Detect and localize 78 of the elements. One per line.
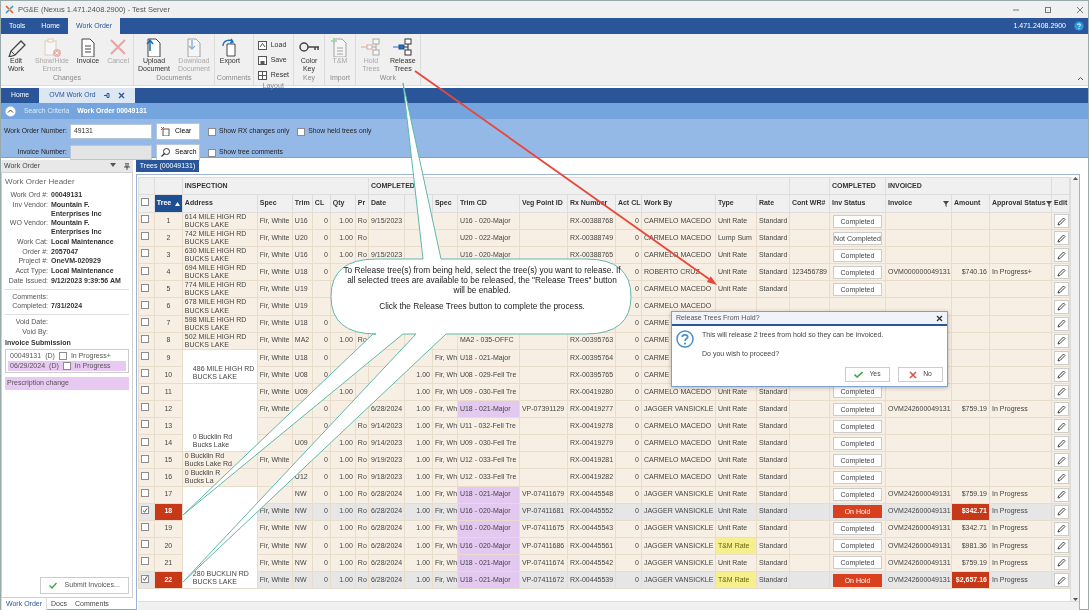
edit-button[interactable]	[1054, 470, 1069, 485]
row-checkbox[interactable]	[140, 352, 149, 361]
close-icon[interactable]	[118, 92, 126, 99]
checkbox[interactable]	[62, 362, 71, 370]
edit-button[interactable]	[1054, 573, 1069, 587]
row-checkbox[interactable]	[140, 574, 149, 583]
row-checkbox[interactable]	[140, 540, 149, 549]
pin-icon[interactable]	[123, 162, 130, 170]
collapse-icon[interactable]	[5, 105, 16, 117]
edit-button[interactable]	[1054, 555, 1069, 570]
pin-icon[interactable]	[103, 92, 111, 99]
edit-button[interactable]	[1054, 436, 1069, 451]
row-checkbox[interactable]	[140, 523, 149, 531]
edit-button[interactable]	[1054, 265, 1069, 280]
edit-button[interactable]	[1054, 385, 1069, 399]
edit-button[interactable]	[1054, 350, 1069, 365]
panel-heading: Work Order Header	[5, 176, 76, 188]
help-icon[interactable]	[1074, 21, 1084, 31]
release-diagram-icon	[391, 37, 414, 57]
edit-button[interactable]	[1054, 299, 1069, 314]
cross-icon	[909, 370, 918, 379]
collapse-ribbon-icon[interactable]	[1077, 76, 1084, 81]
checkbox[interactable]	[208, 127, 216, 136]
edit-button[interactable]	[1054, 521, 1069, 536]
vertical-scrollbar[interactable]	[1070, 177, 1079, 601]
check-icon	[48, 582, 57, 589]
edit-button[interactable]	[1054, 538, 1069, 553]
row-checkbox[interactable]	[140, 369, 149, 378]
row-checkbox[interactable]	[140, 215, 149, 224]
edit-button[interactable]	[1054, 214, 1069, 229]
edit-button[interactable]	[1054, 419, 1069, 434]
dropdown-icon[interactable]	[109, 162, 116, 168]
hold-diagram-icon	[360, 37, 382, 57]
filter-icon[interactable]	[1045, 200, 1052, 207]
clear-icon	[161, 127, 170, 136]
row-checkbox[interactable]	[140, 266, 149, 275]
logo-icon	[5, 5, 14, 14]
row-checkbox[interactable]	[140, 437, 149, 446]
edit-button[interactable]	[1054, 453, 1069, 468]
sort-icon	[174, 201, 180, 206]
edit-button[interactable]	[1054, 282, 1069, 297]
row-checkbox[interactable]	[140, 249, 149, 258]
select-all-checkbox[interactable]	[140, 197, 149, 206]
row-checkbox[interactable]	[140, 317, 149, 326]
scroll-up-icon[interactable]	[1072, 177, 1078, 180]
row-checkbox[interactable]	[140, 334, 149, 343]
edit-button[interactable]	[1054, 402, 1069, 417]
close-button[interactable]	[936, 314, 943, 322]
maximize-button[interactable]	[1044, 5, 1052, 14]
callout-text: Click the Release Trees button to complete the process.	[378, 301, 586, 312]
edit-button[interactable]	[1054, 231, 1069, 246]
reset-icon	[257, 71, 267, 80]
row-checkbox[interactable]	[140, 232, 149, 241]
save-icon	[257, 56, 267, 65]
row-checkbox[interactable]	[140, 454, 149, 463]
edit-button[interactable]	[1054, 504, 1069, 519]
row-checkbox[interactable]	[140, 386, 149, 395]
row-checkbox[interactable]	[140, 420, 149, 429]
edit-button[interactable]	[1054, 316, 1069, 331]
question-icon	[676, 330, 694, 348]
checkbox[interactable]	[297, 127, 306, 136]
row-checkbox[interactable]	[140, 506, 149, 515]
row-checkbox[interactable]	[140, 488, 149, 497]
edit-button[interactable]	[1054, 248, 1069, 263]
edit-button[interactable]	[1054, 367, 1069, 382]
horizontal-scrollbar[interactable]	[137, 601, 1079, 610]
row-checkbox[interactable]	[140, 471, 149, 480]
row-checkbox[interactable]	[140, 283, 149, 292]
checkbox[interactable]	[58, 352, 67, 360]
row-checkbox[interactable]	[140, 557, 149, 566]
check-icon	[854, 371, 864, 378]
row-checkbox[interactable]	[140, 403, 149, 412]
search-icon	[161, 148, 170, 157]
edit-button[interactable]	[1054, 487, 1069, 502]
filter-icon[interactable]	[942, 200, 949, 207]
edit-button[interactable]	[1054, 333, 1069, 348]
load-icon	[257, 41, 267, 50]
row-checkbox[interactable]	[140, 300, 149, 309]
